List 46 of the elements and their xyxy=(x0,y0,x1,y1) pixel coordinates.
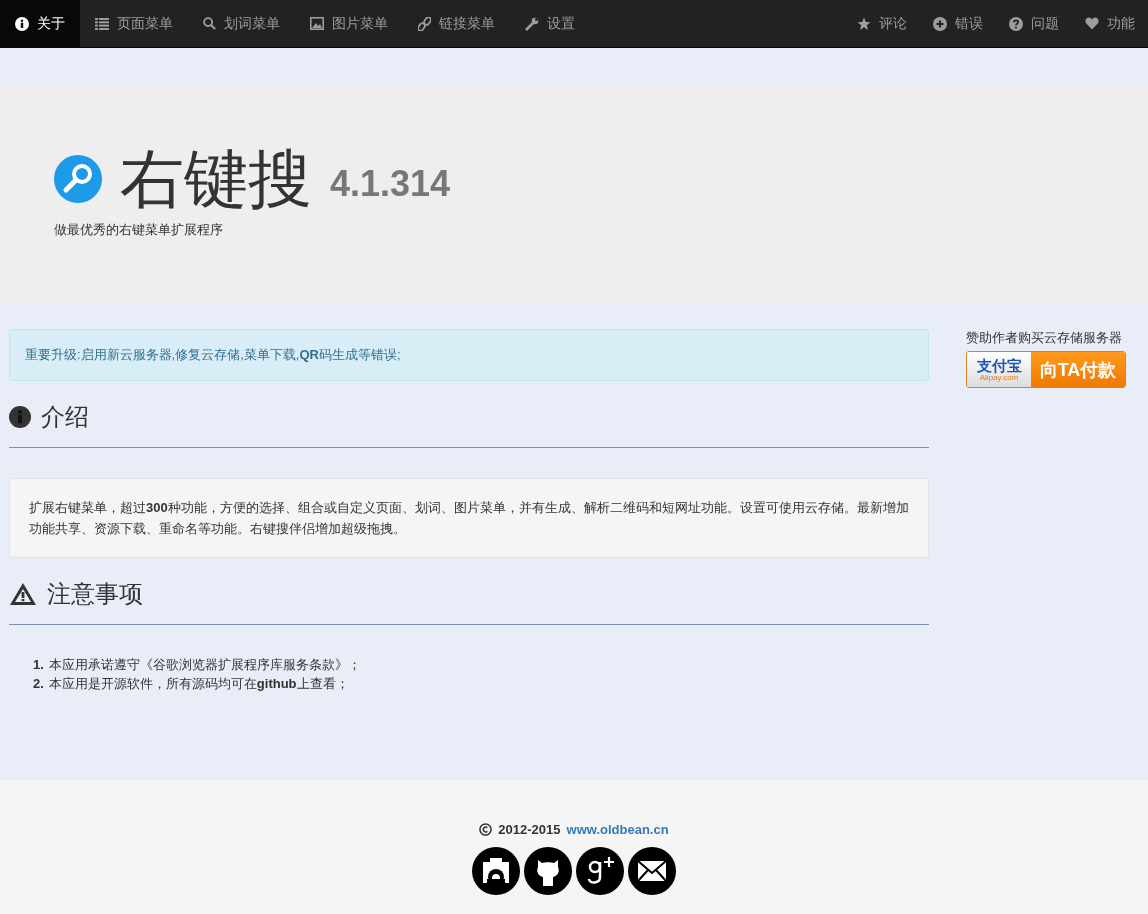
nav-tab[interactable]: 页面菜单 xyxy=(80,0,188,47)
list-number: 1. xyxy=(33,656,44,674)
sponsor-caption: 赞助作者购买云存储服务器 xyxy=(966,329,1123,347)
alipay-domain: Alipay.com xyxy=(979,372,1019,382)
list-item-text: 本应用是开源软件，所有源码均可在github上查看； xyxy=(48,675,349,693)
heart-icon xyxy=(1085,17,1099,30)
github-icon[interactable] xyxy=(524,847,572,895)
tagline: 做最优秀的右键菜单扩展程序 xyxy=(54,221,224,239)
nav-tab[interactable]: 设置 xyxy=(510,0,590,47)
upgrade-alert: 重要升级:启用新云服务器,修复云存储,菜单下载,QR码生成等错误; xyxy=(9,329,929,381)
nav-tab[interactable]: 错误 xyxy=(920,0,996,47)
google-plus-icon[interactable] xyxy=(576,847,624,895)
info-icon xyxy=(15,16,29,31)
search-icon xyxy=(203,17,216,30)
nav-tab[interactable]: 链接菜单 xyxy=(403,0,510,47)
alipay-button[interactable]: 支付宝 Alipay.com 向TA付款 xyxy=(966,351,1126,388)
nav-tab[interactable]: 图片菜单 xyxy=(295,0,403,47)
link-icon xyxy=(418,16,431,31)
copyright-icon xyxy=(479,823,493,836)
heading-text: 注意事项 xyxy=(47,579,143,609)
nav-tab[interactable]: 划词菜单 xyxy=(188,0,295,47)
warning-icon xyxy=(9,582,37,606)
copyright-years: 2012-2015 xyxy=(498,822,561,837)
app-title: 右键搜 xyxy=(120,147,312,211)
alipay-logo: 支付宝 xyxy=(976,357,1022,373)
nav-tab[interactable]: 关于 xyxy=(0,0,80,47)
list-icon xyxy=(95,17,109,30)
nav-tab[interactable]: 评论 xyxy=(844,0,920,47)
wrench-icon xyxy=(525,16,539,31)
intro-text: 扩展右键菜单，超过300种功能，方便的选择、组合或自定义页面、划词、图片菜单，并有生成、解析二维码和短网址功能。设置可使用云存储。最新增加功能共享、资源下载、重命名等功能。右键搜伴侣增加超级拖拽。 xyxy=(9,478,929,558)
picture-icon xyxy=(310,17,324,30)
info-icon xyxy=(9,406,31,428)
nav-tab[interactable]: 功能 xyxy=(1072,0,1148,47)
mail-icon[interactable] xyxy=(628,847,676,895)
camera-icon[interactable] xyxy=(472,847,520,895)
plus-circle-icon xyxy=(933,16,947,31)
website-link[interactable]: www.oldbean.cn xyxy=(566,822,669,837)
list-number: 2. xyxy=(33,675,44,693)
help-icon xyxy=(1009,16,1023,31)
star-icon xyxy=(857,16,871,31)
version-number: 4.1.314 xyxy=(330,163,451,205)
nav-tab[interactable]: 问题 xyxy=(996,0,1072,47)
pay-label: 向TA付款 xyxy=(1031,352,1125,387)
heading-text: 介绍 xyxy=(41,402,89,432)
key-logo-icon xyxy=(54,155,102,203)
list-item-text: 本应用承诺遵守《谷歌浏览器扩展程序库服务条款》； xyxy=(48,656,361,674)
